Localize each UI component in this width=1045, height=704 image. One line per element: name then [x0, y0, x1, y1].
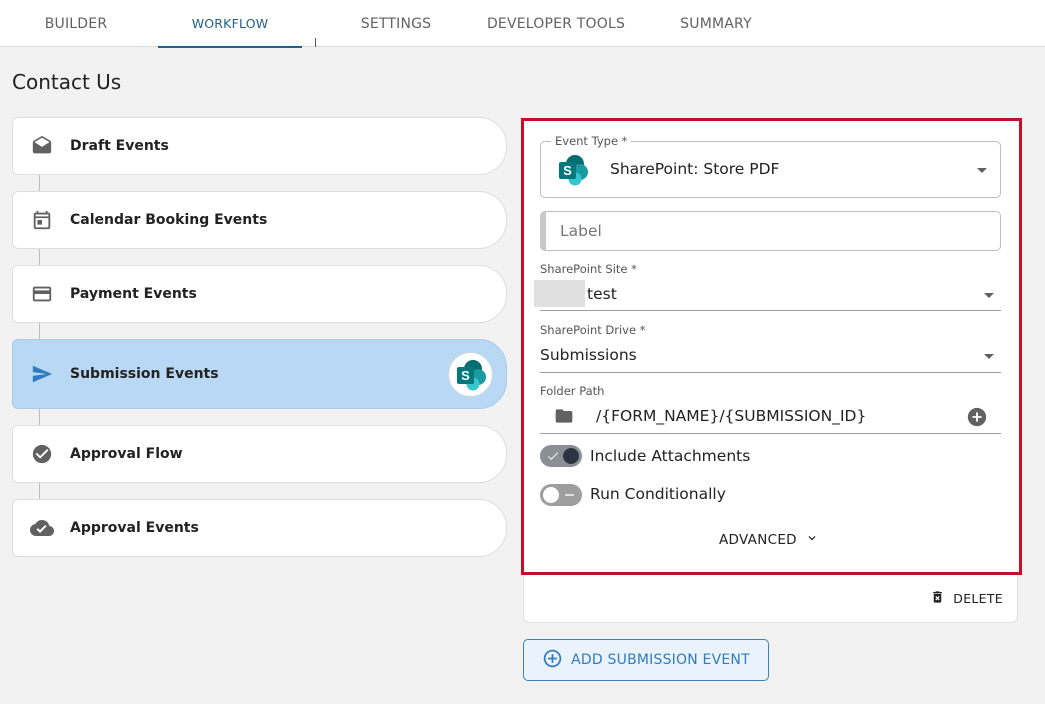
advanced-label: ADVANCED: [719, 532, 797, 548]
toggle-knob: [563, 448, 579, 464]
trash-icon: [930, 589, 945, 608]
tab-summary[interactable]: SUMMARY: [665, 0, 767, 47]
calendar-icon: [30, 208, 54, 232]
tab-workflow[interactable]: WORKFLOW: [158, 0, 302, 48]
credit-card-icon: [30, 282, 54, 306]
folder-icon[interactable]: [553, 406, 575, 430]
top-tab-bar: BUILDER WORKFLOW SETTINGS DEVELOPER TOOL…: [0, 0, 1045, 48]
drive-field-underline: [540, 372, 1001, 373]
tab-developer-tools[interactable]: DEVELOPER TOOLS: [478, 0, 634, 47]
add-circle-icon[interactable]: [966, 406, 988, 432]
run-conditionally-label: Run Conditionally: [590, 485, 726, 503]
event-type-select[interactable]: Event Type * S SharePoint: Store PDF: [540, 134, 1001, 198]
sharepoint-site-value[interactable]: test: [587, 285, 617, 303]
connector-line: [39, 175, 40, 192]
chevron-down-icon[interactable]: [977, 168, 987, 173]
folder-field-underline: [540, 433, 1001, 434]
event-item-submission[interactable]: Submission Events S: [12, 339, 507, 409]
svg-text:S: S: [563, 163, 572, 178]
sharepoint-icon: S: [448, 352, 493, 397]
connector-line: [39, 249, 40, 266]
redacted-site-prefix: [534, 280, 585, 307]
send-icon: [30, 362, 54, 386]
include-attachments-toggle[interactable]: [540, 445, 582, 467]
site-field-underline: [540, 310, 1001, 311]
event-item-label: Payment Events: [70, 286, 197, 302]
envelope-open-icon: [30, 134, 54, 158]
add-circle-outline-icon: [542, 648, 563, 673]
tab-builder[interactable]: BUILDER: [27, 0, 125, 47]
sharepoint-drive-label: SharePoint Drive *: [540, 323, 646, 337]
event-item-label: Submission Events: [70, 366, 219, 382]
event-item-approval-flow[interactable]: Approval Flow: [12, 425, 507, 483]
run-conditionally-toggle[interactable]: [540, 484, 582, 506]
cloud-check-icon: [30, 516, 54, 540]
tab-divider: [315, 38, 316, 47]
event-type-value: SharePoint: Store PDF: [610, 160, 780, 178]
sharepoint-icon: S: [555, 152, 591, 192]
check-icon: [546, 448, 560, 467]
include-attachments-label: Include Attachments: [590, 447, 751, 465]
folder-path-label: Folder Path: [540, 384, 605, 398]
tab-settings[interactable]: SETTINGS: [345, 0, 447, 47]
sharepoint-site-label: SharePoint Site *: [540, 262, 637, 276]
advanced-button[interactable]: ADVANCED: [719, 531, 819, 549]
chevron-down-icon[interactable]: [984, 354, 994, 359]
sharepoint-drive-value[interactable]: Submissions: [540, 346, 637, 364]
minus-icon: [565, 494, 574, 496]
event-item-draft[interactable]: Draft Events: [12, 117, 507, 175]
connector-line: [39, 323, 40, 340]
check-circle-icon: [30, 442, 54, 466]
folder-path-value[interactable]: /{FORM_NAME}/{SUBMISSION_ID}: [596, 407, 866, 425]
event-item-approval-events[interactable]: Approval Events: [12, 499, 507, 557]
event-type-label: Event Type *: [551, 134, 632, 148]
label-input[interactable]: Label: [540, 211, 1001, 251]
event-item-label: Approval Events: [70, 520, 199, 536]
delete-label: DELETE: [953, 591, 1003, 606]
event-item-label: Approval Flow: [70, 446, 183, 462]
event-item-calendar-booking[interactable]: Calendar Booking Events: [12, 191, 507, 249]
connector-line: [39, 483, 40, 500]
chevron-down-icon[interactable]: [984, 293, 994, 298]
event-item-label: Draft Events: [70, 138, 169, 154]
label-placeholder: Label: [560, 222, 602, 240]
panel-footer: DELETE: [523, 575, 1018, 623]
toggle-knob: [543, 487, 559, 503]
page-title: Contact Us: [12, 70, 122, 94]
add-submission-event-label: ADD SUBMISSION EVENT: [571, 652, 750, 668]
event-item-payment[interactable]: Payment Events: [12, 265, 507, 323]
connector-line: [39, 409, 40, 426]
chevron-down-icon: [805, 531, 819, 549]
add-submission-event-button[interactable]: ADD SUBMISSION EVENT: [523, 639, 769, 681]
event-item-label: Calendar Booking Events: [70, 212, 268, 228]
delete-button[interactable]: DELETE: [930, 589, 1003, 608]
svg-text:S: S: [461, 368, 470, 383]
